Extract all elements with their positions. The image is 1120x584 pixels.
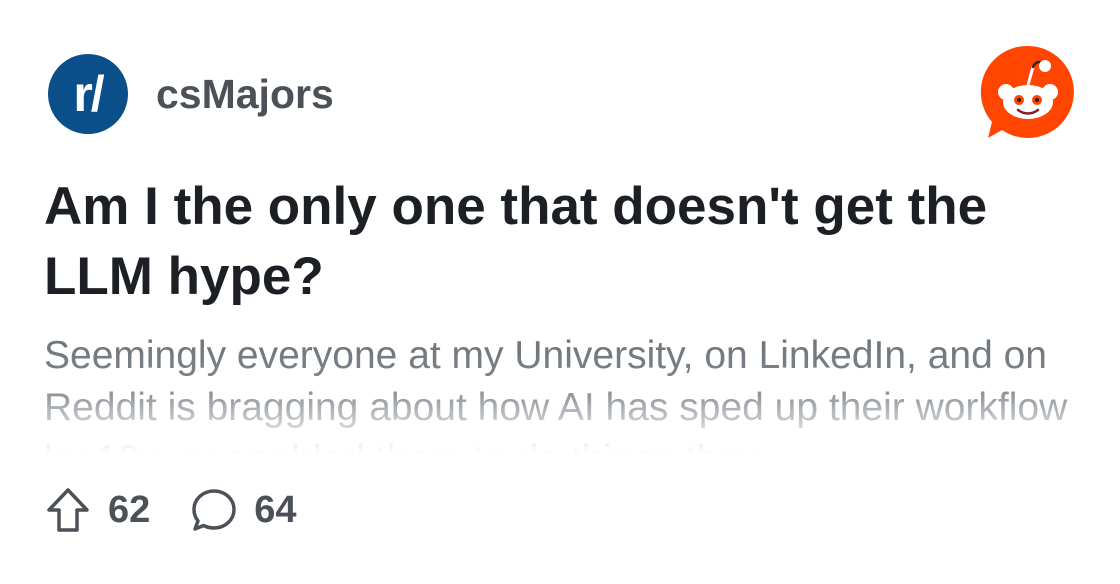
post-title[interactable]: Am I the only one that doesn't get the L… (44, 172, 1084, 312)
subreddit-name[interactable]: csMajors (156, 71, 334, 118)
comment-bubble-icon (192, 489, 237, 531)
reddit-snoo-icon (980, 45, 1074, 138)
post-actions: 62 64 (44, 486, 297, 534)
post-header: r/ csMajors (48, 54, 334, 134)
subreddit-avatar[interactable]: r/ (48, 54, 128, 134)
upvote-count: 62 (108, 488, 151, 531)
subreddit-avatar-text: r/ (73, 66, 104, 122)
post-body-preview: Seemingly everyone at my University, on … (44, 334, 1068, 454)
upvote-arrow-icon (47, 488, 89, 532)
comment-count: 64 (254, 488, 297, 531)
upvote-button[interactable]: 62 (44, 486, 150, 534)
comments-button[interactable]: 64 (190, 486, 297, 534)
post-card[interactable]: r/ csMajors Am I the only one that doesn… (0, 0, 1120, 584)
